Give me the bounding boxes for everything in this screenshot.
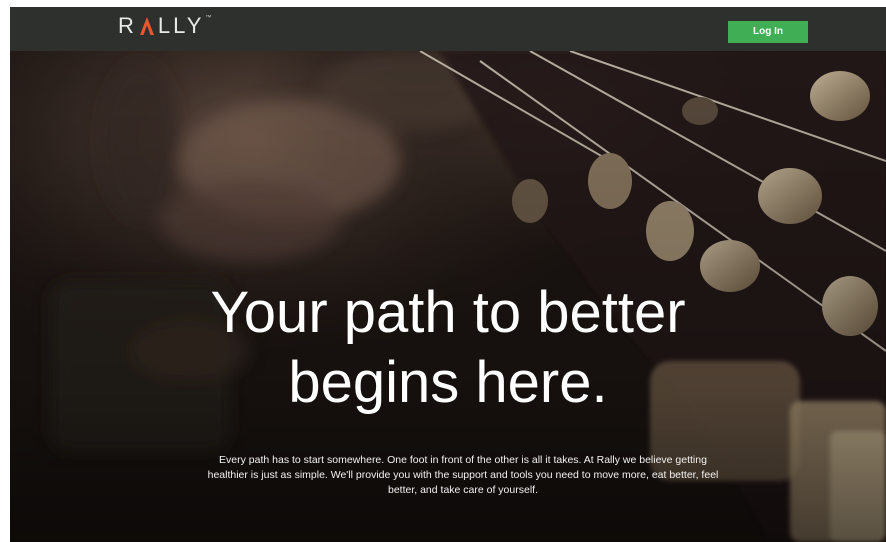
- logo-letters-lly: LLY: [157, 13, 205, 38]
- logo-letter-r: R: [118, 13, 137, 38]
- hero-description: Every path has to start somewhere. One f…: [207, 454, 719, 496]
- rally-logo[interactable]: R LLY ™: [118, 13, 211, 39]
- login-button[interactable]: Log In: [728, 21, 808, 43]
- logo-a-mark-icon: [139, 17, 154, 35]
- hero-headline-line1: Your path to better: [210, 280, 686, 345]
- hero-section: Your path to better begins here. Every p…: [10, 51, 886, 542]
- hero-headline-line2: begins here.: [288, 350, 608, 415]
- hero-headline: Your path to better begins here.: [10, 278, 886, 418]
- page: R LLY ™ Log In Your path to better begin…: [0, 0, 886, 542]
- logo-trademark: ™: [205, 15, 212, 21]
